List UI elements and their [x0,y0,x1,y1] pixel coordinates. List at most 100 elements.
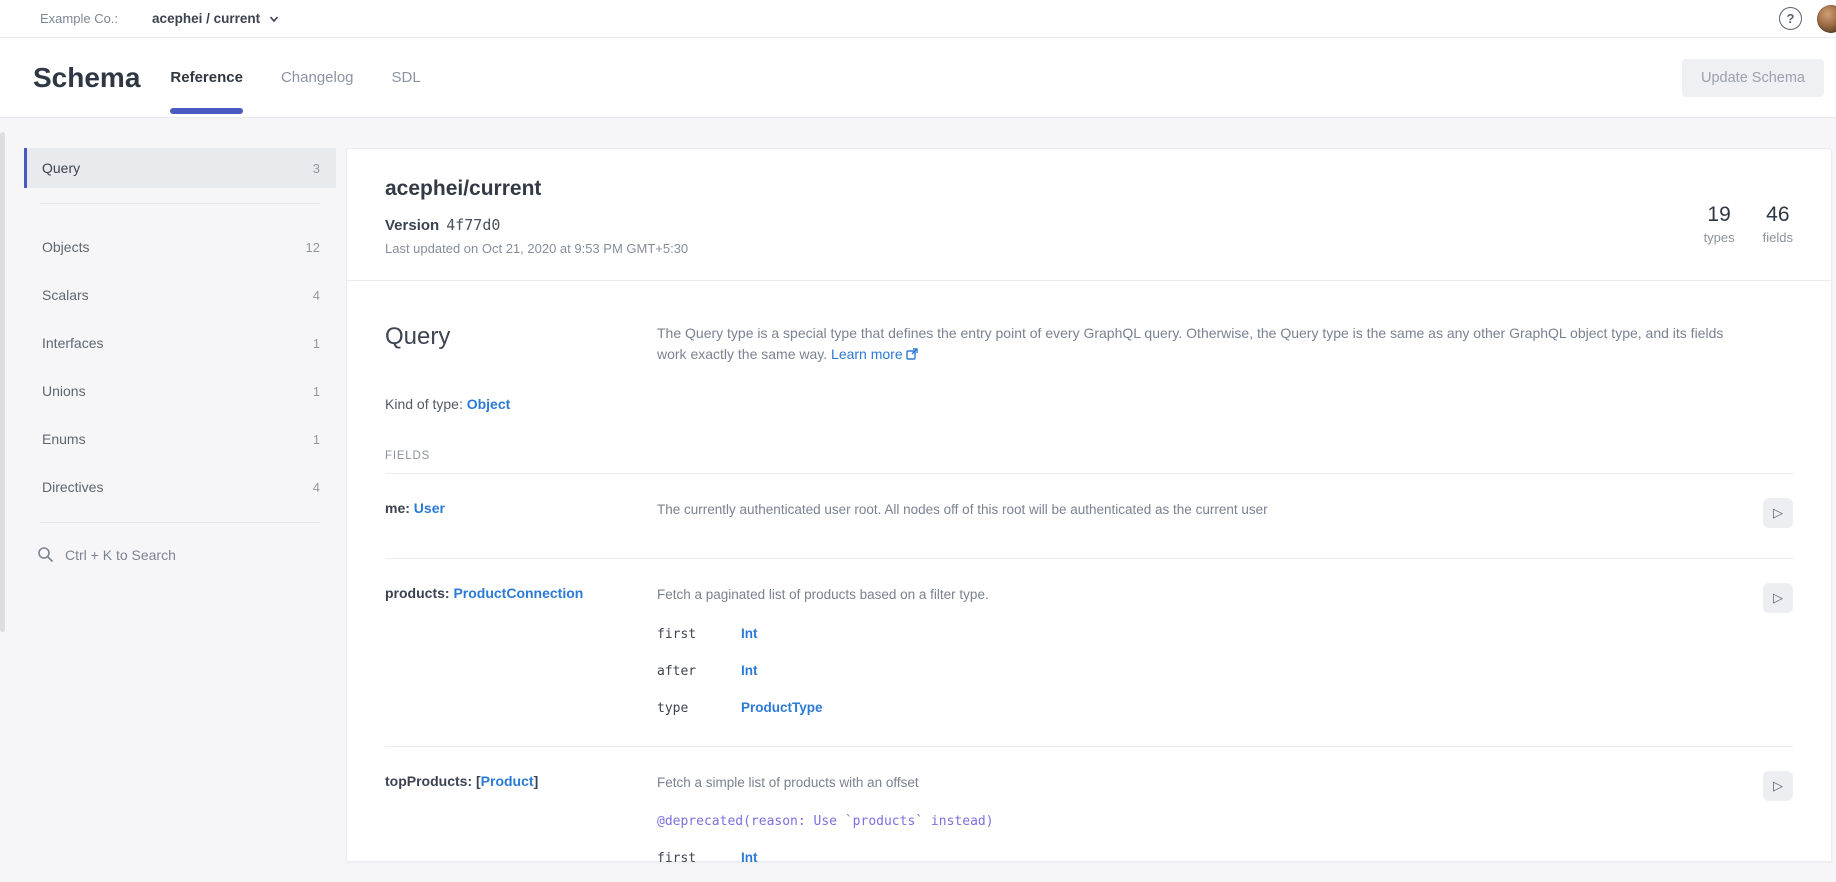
page-header: Schema Reference Changelog SDL Update Sche… [0,38,1836,118]
play-icon: ▷ [1773,778,1783,794]
stat: 46 fields [1763,203,1793,245]
field-name: products: ProductConnection [385,583,657,716]
kind-of-type-line: Kind of type: Object [385,396,1793,412]
kind-label: Kind of type: [385,396,467,412]
arg-row: first Int [657,850,1749,866]
arg-row: type ProductType [657,700,1749,716]
stat-label: fields [1763,230,1793,245]
schema-card: acephei/current Version 4f77d0 Last updat… [346,148,1832,862]
page-title: Schema [33,62,140,94]
sidebar-item-interfaces[interactable]: Interfaces 1 [24,323,336,363]
last-updated: Last updated on Oct 21, 2020 at 9:53 PM … [385,241,688,256]
arg-row: first Int [657,626,1749,642]
stat-value: 46 [1763,203,1793,227]
stat-value: 19 [1704,203,1735,227]
type-section: Query The Query type is a special type t… [347,281,1831,882]
schema-stats: 19 types 46 fields [1704,203,1793,245]
run-query-button[interactable]: ▷ [1763,583,1793,613]
sidebar-item-label: Unions [42,383,86,399]
org-label: Example Co.: [40,11,118,26]
field-args: first Int after Int type ProductType [657,626,1749,716]
play-icon: ▷ [1773,590,1783,606]
arg-type-link[interactable]: Int [741,626,758,641]
arg-type-link[interactable]: ProductType [741,700,823,715]
sidebar-item-scalars[interactable]: Scalars 4 [24,275,336,315]
left-scrollbar[interactable] [0,132,5,632]
sidebar-item-count: 1 [313,336,320,351]
sidebar-item-count: 1 [313,384,320,399]
field-args: first Int [657,850,1749,866]
sidebar-item-count: 4 [313,480,320,495]
sidebar-item-enums[interactable]: Enums 1 [24,419,336,459]
field-name-text: topProducts: [385,773,476,789]
field-row: me: User The currently authenticated use… [385,474,1793,559]
avatar[interactable] [1817,5,1836,33]
arg-name: first [657,851,741,866]
search-input[interactable]: Ctrl + K to Search [24,546,336,563]
sidebar-item-label: Interfaces [42,335,103,351]
arg-name: type [657,701,741,716]
tab-sdl[interactable]: SDL [392,38,421,117]
field-name: me: User [385,498,657,528]
top-bar: Example Co.: acephei / current ? [0,0,1836,38]
version-line: Version 4f77d0 [385,216,688,234]
version-label: Version [385,217,439,234]
sidebar-divider [40,203,320,204]
sidebar-item-label: Scalars [42,287,89,303]
sidebar-item-label: Directives [42,479,103,495]
sidebar-item-count: 12 [306,240,320,255]
tab-reference[interactable]: Reference [170,38,243,117]
fields-section-label: FIELDS [385,450,1793,474]
sidebar-item-unions[interactable]: Unions 1 [24,371,336,411]
arg-row: after Int [657,663,1749,679]
run-query-button[interactable]: ▷ [1763,498,1793,528]
graph-header: acephei/current Version 4f77d0 Last updat… [347,149,1831,280]
arg-type-link[interactable]: Int [741,850,758,865]
learn-more-link[interactable]: Learn more [831,346,903,362]
field-type-link[interactable]: User [414,500,445,516]
field-row: products: ProductConnection Fetch a pagi… [385,559,1793,747]
tab-changelog[interactable]: Changelog [281,38,354,117]
field-row: topProducts: [Product] Fetch a simple li… [385,747,1793,882]
update-schema-button[interactable]: Update Schema [1682,59,1824,97]
arg-type-link[interactable]: Int [741,663,758,678]
field-type-link[interactable]: ProductConnection [453,585,583,601]
sidebar-item-count: 1 [313,432,320,447]
graph-title: acephei/current [385,177,688,201]
chevron-down-icon [269,14,279,24]
sidebar-item-label: Query [42,160,80,176]
type-description-text: The Query type is a special type that de… [657,325,1723,362]
sidebar-item-count: 3 [313,161,320,176]
version-value: 4f77d0 [446,216,500,234]
help-icon[interactable]: ? [1779,7,1802,30]
play-icon: ▷ [1773,505,1783,521]
type-description: The Query type is a special type that de… [657,323,1793,366]
sidebar-item-directives[interactable]: Directives 4 [24,467,336,507]
sidebar-item-label: Objects [42,239,89,255]
sidebar-divider [40,522,320,523]
sidebar-item-label: Enums [42,431,86,447]
field-description: The currently authenticated user root. A… [657,498,1749,520]
kind-value-link[interactable]: Object [467,396,511,412]
run-query-button[interactable]: ▷ [1763,771,1793,801]
arg-name: after [657,664,741,679]
field-type-link[interactable]: Product [481,773,534,789]
tab-bar: Reference Changelog SDL [170,38,420,117]
stat: 19 types [1704,203,1735,245]
sidebar-item-query[interactable]: Query 3 [24,148,336,188]
sidebar-item-count: 4 [313,288,320,303]
field-description: Fetch a simple list of products with an … [657,771,1749,793]
stat-label: types [1704,230,1735,245]
graph-selector-label: acephei / current [152,11,260,26]
search-icon [37,546,54,563]
field-type-suffix: ] [534,773,539,789]
field-name: topProducts: [Product] [385,771,657,866]
arg-name: first [657,627,741,642]
schema-type-sidebar: Query 3 Objects 12 Scalars 4 Interfaces … [24,148,336,862]
field-name-text: products: [385,585,453,601]
external-link-icon [906,345,918,366]
graph-selector-dropdown[interactable]: acephei / current [152,11,279,26]
field-name-text: me: [385,500,414,516]
type-name: Query [385,323,657,366]
sidebar-item-objects[interactable]: Objects 12 [24,227,336,267]
